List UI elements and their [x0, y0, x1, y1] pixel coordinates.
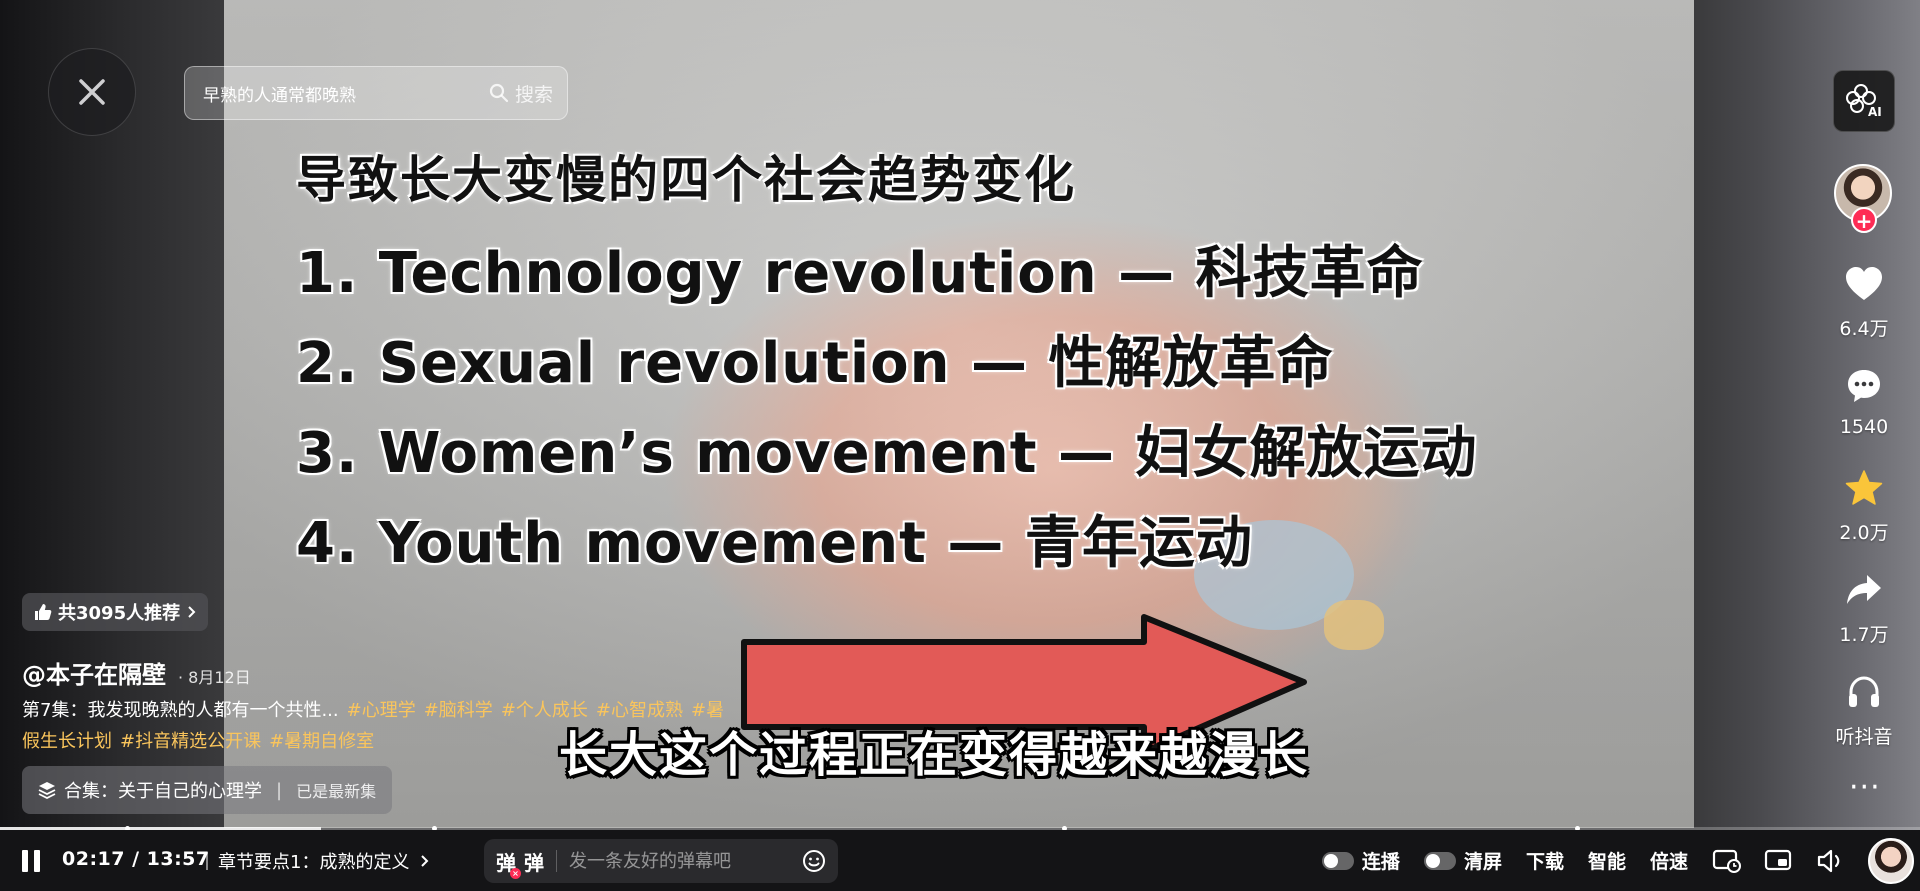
hashtag[interactable]: #心智成熟 — [596, 700, 683, 721]
pause-icon — [34, 850, 40, 872]
like-count: 6.4万 — [1839, 318, 1889, 340]
toggle-knob — [1425, 853, 1440, 868]
hashtag[interactable]: #个人成长 — [501, 700, 588, 721]
hashtag[interactable]: #脑科学 — [424, 700, 493, 721]
close-icon — [79, 79, 105, 105]
thumbs-up-icon — [35, 604, 52, 620]
search-bar: 搜索 — [184, 66, 568, 120]
collection-label: 合集：关于自己的心理学 — [64, 781, 262, 802]
favorite-count: 2.0万 — [1839, 522, 1889, 544]
share-action[interactable]: 1.7万 — [1820, 568, 1908, 647]
control-bar: 02:17 / 13:57 章节要点1：成熟的定义 弹× 弹 连播 — [0, 830, 1920, 891]
chevron-right-icon — [421, 855, 429, 867]
video-blob — [1324, 600, 1384, 650]
recommend-label: 共3095人推荐 — [58, 603, 181, 624]
chapter-divider — [206, 852, 208, 870]
chapter-label: 章节要点1：成熟的定义 — [218, 852, 410, 873]
hashtag[interactable]: #心理学 — [347, 700, 416, 721]
danmu-bar: 弹 × 弹 — [484, 839, 838, 883]
listen-label: 听抖音 — [1835, 726, 1893, 748]
slide-line-3: 3. Women’s movement — 妇女解放运动 — [296, 421, 1478, 486]
slide-title: 导致长大变慢的四个社会趋势变化 — [296, 151, 1076, 209]
close-button[interactable] — [48, 48, 136, 136]
player-stage: 导致长大变慢的四个社会趋势变化 1. Technology revolution… — [0, 0, 1920, 891]
favorite-action[interactable]: 2.0万 — [1820, 466, 1908, 545]
listen-action[interactable]: 听抖音 — [1820, 670, 1908, 749]
heart-icon — [1846, 267, 1882, 300]
author-name[interactable]: @本子在隔壁 — [22, 655, 166, 690]
publish-date-value: 8月12日 — [188, 668, 251, 687]
ai-assistant-button[interactable]: AI — [1833, 70, 1895, 132]
comment-bubble-icon — [1848, 370, 1880, 402]
clear-screen-label: 清屏 — [1463, 851, 1502, 873]
slide-line-4: 4. Youth movement — 青年运动 — [296, 511, 1253, 576]
search-button-label: 搜索 — [514, 83, 553, 106]
hashtag[interactable]: #暑期自修室 — [269, 731, 374, 752]
publish-date: · 8月12日 — [178, 668, 251, 687]
autoplay-toggle[interactable]: 连播 — [1321, 847, 1400, 874]
clear-screen-toggle[interactable]: 清屏 — [1423, 847, 1502, 874]
video-description: 第7集：我发现晚熟的人都有一个共性... #心理学 #脑科学 #个人成长 #心智成熟 #暑… — [22, 695, 732, 757]
watch-later-button[interactable] — [1712, 846, 1742, 876]
share-arrow-icon — [1847, 575, 1881, 604]
slide-line-2: 2. Sexual revolution — 性解放革命 — [296, 331, 1334, 396]
download-button[interactable]: 下载 — [1526, 847, 1564, 874]
toggle-knob — [1323, 853, 1338, 868]
ai-flower-icon: AI — [1846, 84, 1882, 119]
toggle-track — [1321, 851, 1354, 870]
comment-count: 1540 — [1839, 416, 1889, 438]
follow-plus-icon[interactable]: + — [1851, 207, 1877, 233]
headphones-icon — [1849, 676, 1879, 707]
hashtag[interactable]: #抖音精选公开课 — [120, 731, 261, 752]
chapter-selector[interactable]: 章节要点1：成熟的定义 — [206, 848, 429, 874]
watch-later-icon — [1712, 849, 1741, 873]
emoji-icon[interactable] — [802, 849, 826, 873]
comment-action[interactable]: 1540 — [1820, 364, 1908, 438]
quality-button[interactable]: 智能 — [1588, 847, 1626, 874]
description-text: 第7集：我发现晚熟的人都有一个共性... — [22, 700, 339, 721]
search-input[interactable] — [203, 83, 489, 103]
author-line: @本子在隔壁 · 8月12日 — [22, 655, 251, 690]
layers-icon — [38, 782, 56, 799]
volume-icon — [1817, 849, 1840, 872]
pip-icon — [1764, 849, 1792, 870]
speed-button[interactable]: 倍速 — [1650, 847, 1688, 874]
chevron-right-icon — [188, 606, 196, 618]
collection-separator: | — [276, 779, 283, 801]
like-action[interactable]: 6.4万 — [1820, 262, 1908, 341]
autoplay-label: 连播 — [1361, 851, 1400, 873]
slide-line-1: 1. Technology revolution — 科技革命 — [296, 241, 1424, 306]
more-options-icon[interactable]: ··· — [1849, 770, 1881, 805]
pause-button[interactable] — [22, 850, 44, 872]
playback-time: 02:17 / 13:57 — [62, 848, 210, 870]
danmu-toggle-button[interactable]: 弹 × — [496, 847, 521, 879]
control-right-group: 连播 清屏 下载 智能 倍速 — [1321, 830, 1920, 891]
user-avatar[interactable] — [1868, 837, 1914, 884]
danmu-divider — [556, 850, 557, 872]
volume-button[interactable] — [1816, 846, 1846, 876]
picture-in-picture-button[interactable] — [1764, 846, 1794, 876]
search-button[interactable]: 搜索 — [489, 80, 553, 107]
ai-icon-label: AI — [1868, 105, 1882, 119]
star-icon — [1845, 470, 1883, 505]
collection-status: 已是最新集 — [296, 782, 377, 801]
recommend-badge[interactable]: 共3095人推荐 — [22, 593, 209, 631]
search-icon — [489, 83, 509, 103]
pause-icon — [22, 850, 28, 872]
danmu-input[interactable] — [569, 850, 794, 872]
danmu-settings-button[interactable]: 弹 — [524, 847, 544, 876]
collection-button[interactable]: 合集：关于自己的心理学 | 已是最新集 — [22, 766, 393, 814]
share-count: 1.7万 — [1839, 624, 1889, 646]
danmu-off-badge: × — [510, 867, 521, 879]
toggle-track — [1423, 851, 1456, 870]
